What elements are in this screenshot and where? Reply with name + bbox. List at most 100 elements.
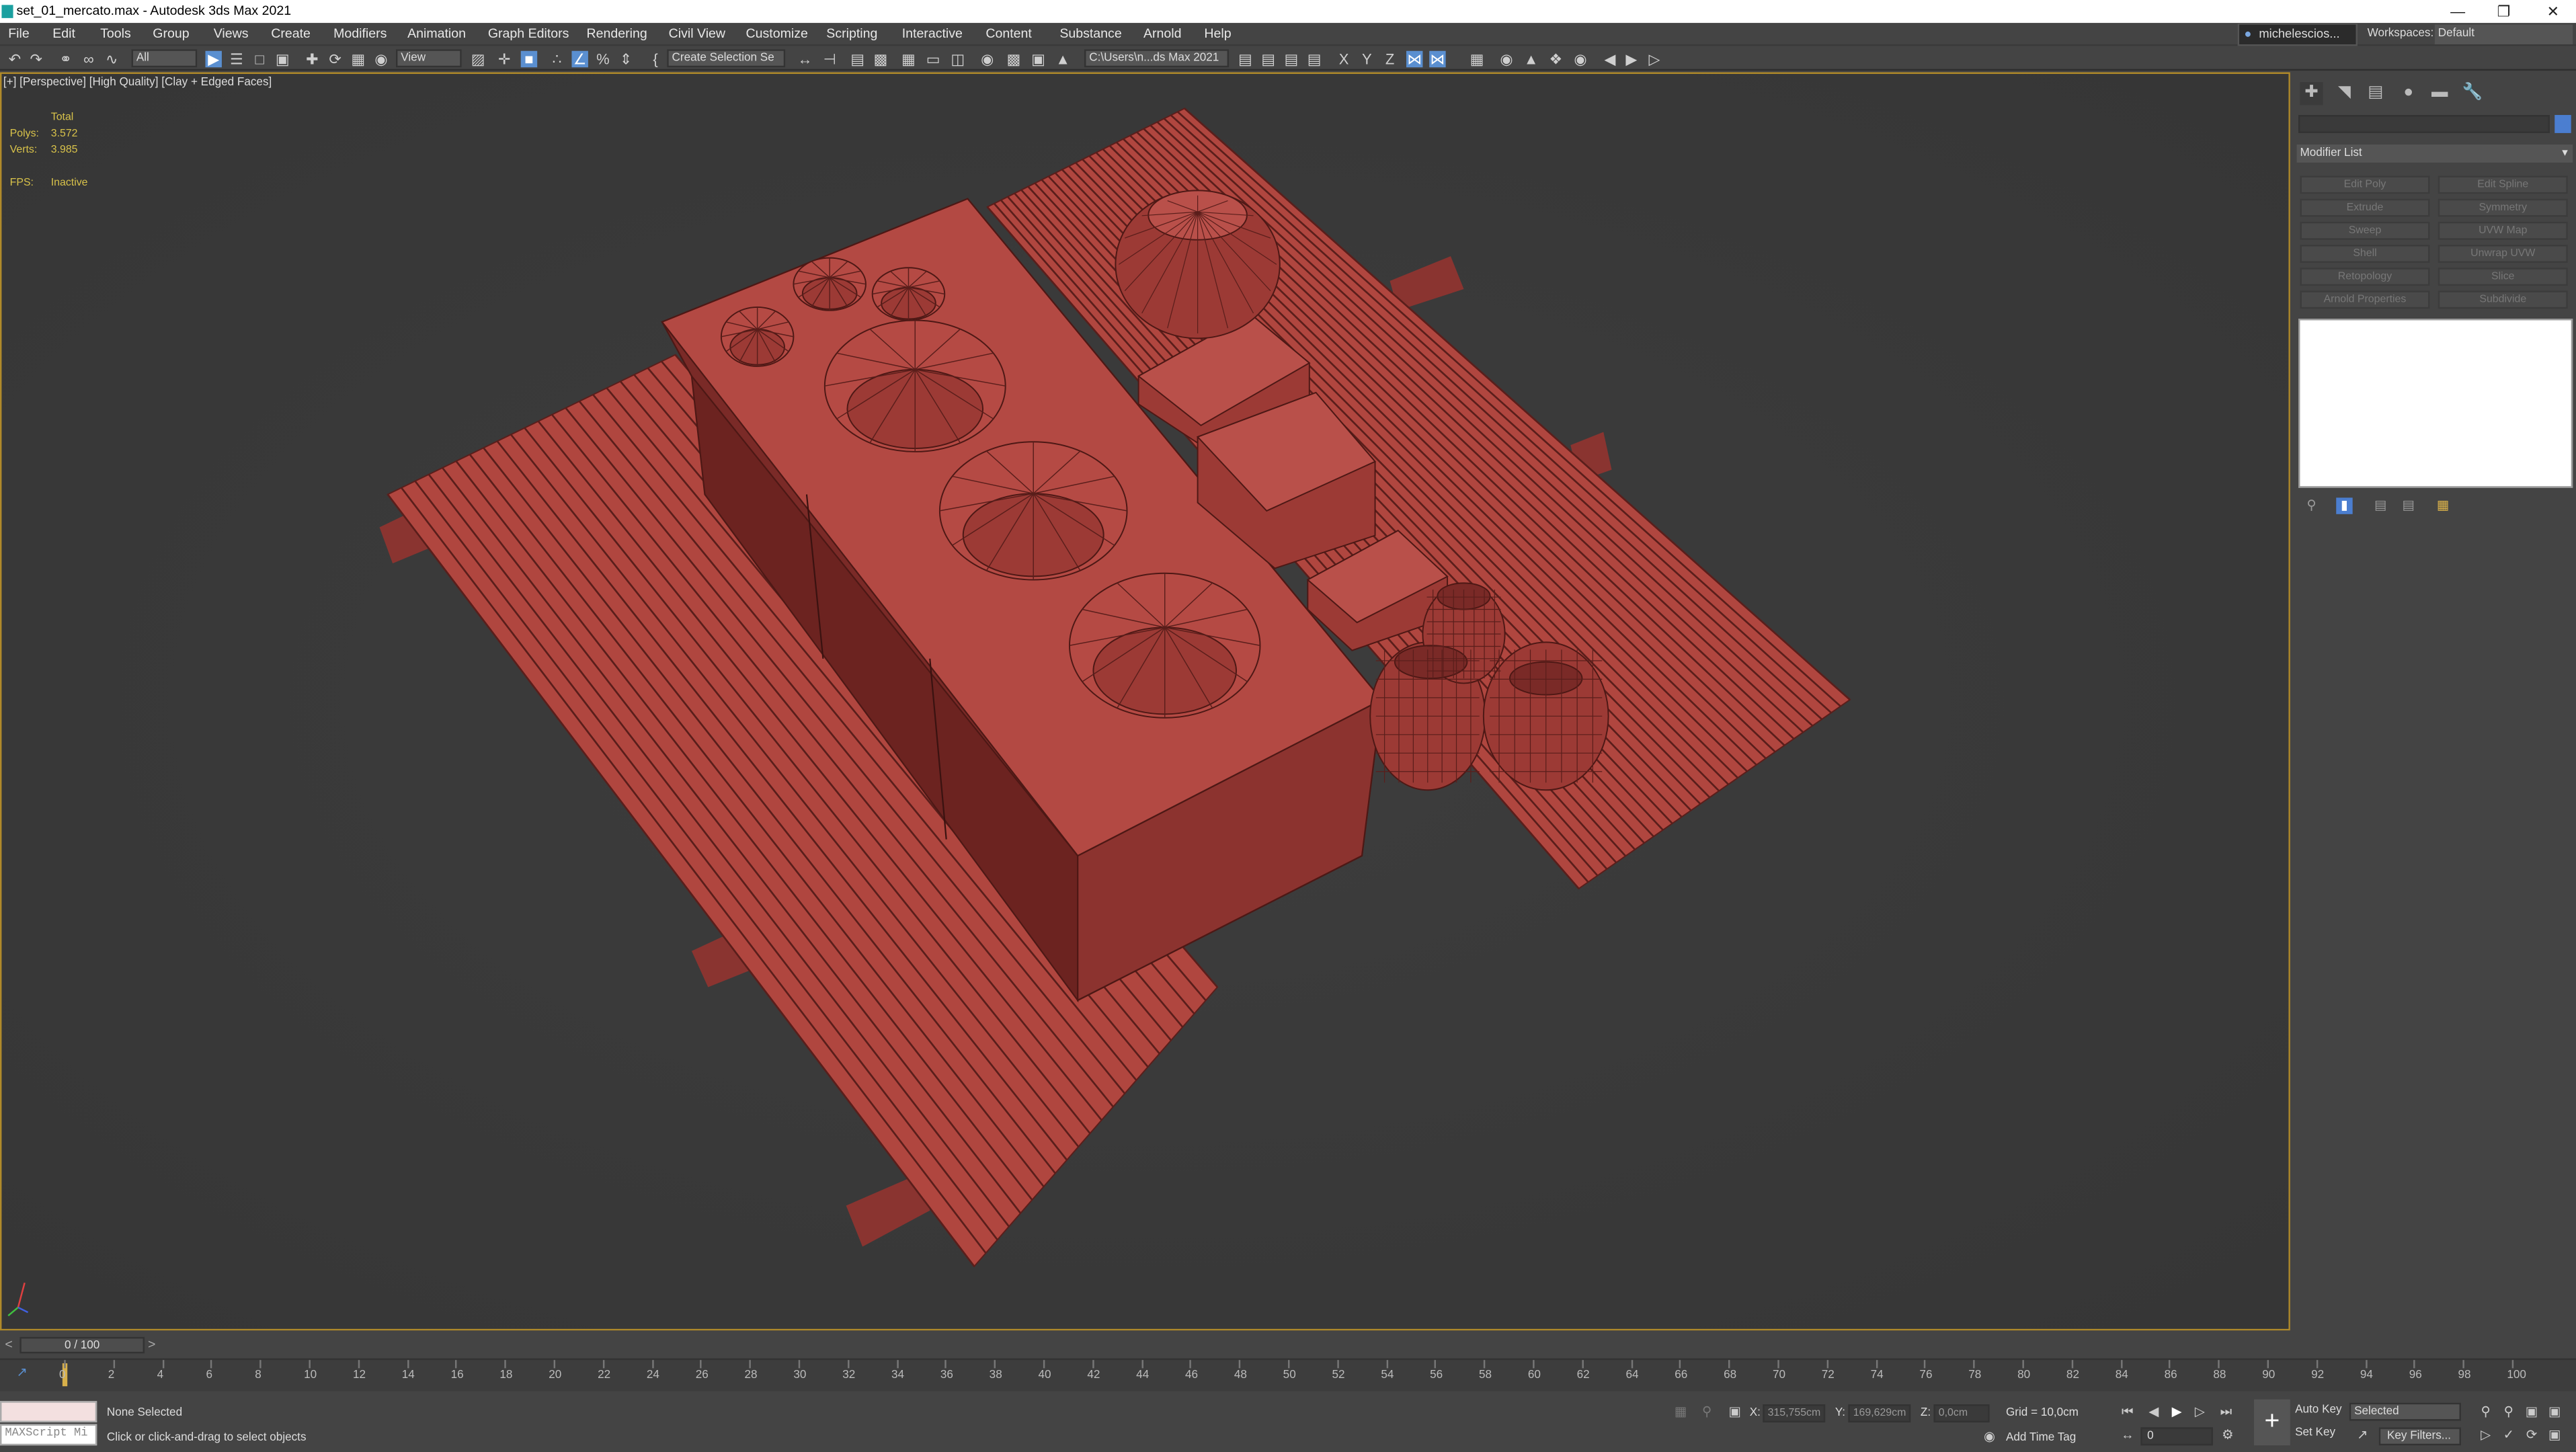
viewport-layout-icon[interactable]: ▦ [1469,51,1485,67]
material-editor-icon[interactable]: ◉ [979,51,996,67]
set-key-button[interactable]: Set Key [2295,1427,2335,1439]
axis-x-button[interactable]: X [1336,51,1352,67]
modifier-list-dropdown[interactable]: Modifier List ▾ [2296,145,2573,163]
menu-graph-editors[interactable]: Graph Editors [488,26,569,42]
modifier-stack-list[interactable] [2298,319,2573,488]
workspace-select[interactable]: Default [2434,24,2573,44]
modifier-symmetry-button[interactable]: Symmetry [2438,198,2568,217]
spinner-snap-icon[interactable]: ⇕ [618,51,634,67]
go-to-start-icon[interactable]: ⏮ [2120,1404,2136,1420]
perspective-viewport[interactable] [0,72,2290,1331]
previous-frame-icon[interactable]: ◀ [2146,1404,2162,1420]
selection-region-icon[interactable]: □ [251,51,268,67]
hierarchy-tab-icon[interactable]: ▤ [2364,82,2387,105]
angle-snap-icon[interactable]: ∠ [571,50,588,68]
track-bar[interactable]: ↗ 0 2 4 6 8 10 12 14 16 18 20 22 24 26 28 30 32 34 36 38 40 4… [0,1358,2576,1392]
maxscript-listener[interactable] [0,1401,97,1422]
key-mode-select[interactable]: Selected [2349,1402,2461,1421]
modifier-arnold-properties-button[interactable]: Arnold Properties [2300,290,2430,309]
modify-tab-icon[interactable]: ◥ [2333,82,2356,105]
rendered-frame-window-icon[interactable]: ▣ [1030,51,1046,67]
selection-filter-select[interactable]: All [131,49,198,68]
modifier-unwrap-uvw-button[interactable]: Unwrap UVW [2438,245,2568,263]
y-coord-field[interactable]: 169,629cm [1848,1404,1911,1422]
modifier-edit-poly-button[interactable]: Edit Poly [2300,175,2430,194]
link-icon[interactable]: ⚭ [58,51,74,67]
menu-file[interactable]: File [8,26,30,42]
play-icon[interactable]: ▶ [2169,1404,2185,1420]
play-toolbar-icon[interactable]: ▶ [1623,51,1640,67]
percent-snap-icon[interactable]: % [595,51,611,67]
pin-stack-icon[interactable]: ⚲ [2303,497,2319,514]
remove-modifier-icon[interactable]: ▤ [2401,497,2417,514]
menu-create[interactable]: Create [271,26,311,42]
create-icon[interactable]: ◉ [1498,51,1515,67]
modifier-retopology-button[interactable]: Retopology [2300,268,2430,286]
menu-civil-view[interactable]: Civil View [669,26,725,42]
render-setup-icon[interactable]: ▩ [1006,51,1022,67]
isolate-selection-icon[interactable]: ▦ [1673,1404,1689,1420]
motion-tab-icon[interactable]: ● [2397,82,2420,105]
menu-scripting[interactable]: Scripting [826,26,877,42]
snaps-toggle-icon[interactable]: ∴ [549,51,565,67]
project-settings-icon[interactable]: ▤ [1306,51,1322,67]
menu-views[interactable]: Views [214,26,249,42]
modifier-sweep-button[interactable]: Sweep [2300,221,2430,240]
menu-edit[interactable]: Edit [52,26,75,42]
open-project-icon[interactable]: ▤ [1237,51,1253,67]
menu-content[interactable]: Content [985,26,1032,42]
display-icon[interactable]: ◉ [1572,51,1588,67]
minimize-icon[interactable]: — [2438,0,2478,23]
menu-interactive[interactable]: Interactive [902,26,963,42]
time-tag-icon[interactable]: ◉ [1981,1429,1997,1445]
maxscript-mini-listener[interactable]: MAXScript Mi [0,1424,97,1446]
set-keys-button[interactable]: + [2254,1399,2290,1446]
zoom-icon[interactable]: ⚲ [2477,1404,2493,1420]
zoom-all-icon[interactable]: ⚲ [2501,1404,2517,1420]
undo-icon[interactable]: ↶ [7,51,23,67]
modifier-slice-button[interactable]: Slice [2438,268,2568,286]
auto-key-button[interactable]: Auto Key [2295,1404,2341,1416]
align-icon[interactable]: ⊣ [821,51,838,67]
curve-editor-icon[interactable]: ▭ [925,51,941,67]
axis-z-button[interactable]: Z [1381,51,1398,67]
next-key-icon[interactable]: ▷ [1646,51,1662,67]
modifier-edit-spline-button[interactable]: Edit Spline [2438,175,2568,194]
menu-customize[interactable]: Customize [746,26,808,42]
select-object-icon[interactable]: ▶ [205,50,222,68]
show-end-result-icon[interactable]: ▮ [2336,497,2353,514]
edit-named-selection-icon[interactable]: { [647,51,663,67]
modifier-extrude-button[interactable]: Extrude [2300,198,2430,217]
display-tab-icon[interactable]: ▬ [2428,82,2451,105]
select-move-icon[interactable]: ✚ [304,51,320,67]
zoom-extents-icon[interactable]: ▣ [2524,1404,2540,1420]
menu-modifiers[interactable]: Modifiers [333,26,387,42]
configure-modifier-sets-icon[interactable]: ▦ [2435,497,2451,514]
window-crossing-icon[interactable]: ▣ [274,51,290,67]
menu-rendering[interactable]: Rendering [586,26,647,42]
selection-lock-icon[interactable]: ⚲ [1699,1404,1715,1420]
go-to-end-icon[interactable]: ⏭ [2218,1404,2234,1420]
object-color-swatch[interactable] [2554,115,2571,133]
time-configuration-icon[interactable]: ⚙ [2220,1427,2236,1443]
menu-animation[interactable]: Animation [407,26,466,42]
select-by-name-icon[interactable]: ☰ [229,51,245,67]
field-of-view-icon[interactable]: ▷ [2477,1427,2493,1443]
zoom-extents-all-icon[interactable]: ▣ [2546,1404,2563,1420]
current-frame-field[interactable]: 0 [2140,1427,2213,1446]
axis-y-button[interactable]: Y [1359,51,1375,67]
select-manipulate-icon[interactable]: ✛ [496,51,512,67]
select-scale-icon[interactable]: ▦ [350,51,366,67]
make-unique-icon[interactable]: ▤ [2372,497,2388,514]
modifier-uvw-map-button[interactable]: UVW Map [2438,221,2568,240]
previous-key-icon[interactable]: ◀ [1602,51,1618,67]
menu-tools[interactable]: Tools [100,26,131,42]
utilities-tab-icon[interactable]: 🔧 [2461,82,2484,105]
modifier-shell-button[interactable]: Shell [2300,245,2430,263]
key-mode-toggle-icon[interactable]: ↔ [2120,1427,2136,1443]
key-filters-button[interactable]: Key Filters... [2378,1427,2461,1446]
x-coord-field[interactable]: 315,755cm [1763,1404,1826,1422]
named-selection-set-select[interactable]: Create Selection Se [667,49,786,68]
pivot-point-icon[interactable]: ▨ [470,51,486,67]
select-place-icon[interactable]: ◉ [373,51,389,67]
